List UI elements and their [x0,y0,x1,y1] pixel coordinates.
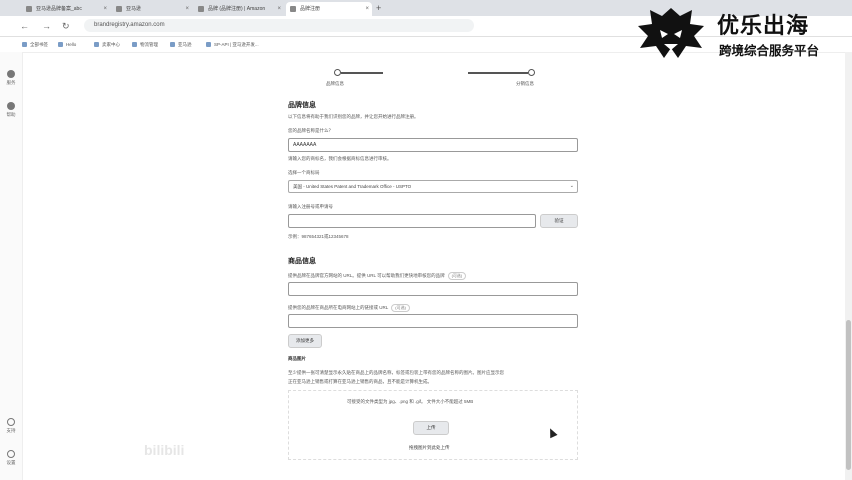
upload-hint: 可接受的文件类型为 jpg、.png 和 .gif。 文件大小不能超过 5MB [347,399,474,404]
website-url-label: 提供品牌在品牌官方网站的 URL。提供 URL 可以帮助我们更快地审核您的品牌(… [288,272,467,280]
tab-favicon-icon [116,6,122,12]
upload-drag-link[interactable]: 拖拽图片到此处上传 [409,445,450,451]
tab-label: 品牌注册 [300,6,321,12]
bookmark-icon [94,42,99,47]
browser-tab-active[interactable]: 品牌注册 × [286,2,372,16]
browser-tab[interactable]: 品牌 (品牌注册) | Amazon × [194,2,284,16]
trademark-office-select[interactable]: 美国 - United States Patent and Trademark … [288,180,578,193]
close-icon[interactable]: × [103,2,107,16]
marketplace-url-label-text: 提供您的品牌在商品所在电商网站上的链接或 URL [288,305,389,310]
browser-tab[interactable]: 亚马逊品牌备案_abc × [22,2,110,16]
tab-label: 亚马逊品牌备案_abc [36,6,82,12]
bookmark-label: SP-API | 亚马逊开发... [214,42,259,47]
rail-item-home[interactable]: 服务 [3,70,19,86]
product-images-desc-line1: 至少提供一张可清楚显示永久贴在商品上的品牌名称，标签或包装上带有您的品牌名称的图… [288,370,504,375]
chevron-down-icon: ⌄ [569,183,574,189]
registration-number-label: 请输入注册号或申请号 [288,204,333,209]
step-label-right: 分销信息 [516,81,534,86]
add-more-label: 添加更多 [296,338,314,343]
bookmark-item[interactable]: SP-API | 亚马逊开发... [206,40,259,49]
rail-item-support[interactable]: 支持 [3,418,19,434]
bookmark-icon [58,42,63,47]
step-label-left: 品牌信息 [326,81,344,86]
bookmark-icon [206,42,211,47]
home-icon [7,70,15,78]
new-tab-button[interactable]: + [376,2,381,14]
registration-example: 示例：987654321或12345678 [288,234,349,239]
browser-tab[interactable]: 亚马逊 × [112,2,192,16]
bookmark-label: Hello [66,42,77,47]
product-info-heading: 商品信息 [288,258,316,265]
compass-icon [7,102,15,110]
website-url-input[interactable] [288,282,578,296]
bookmark-item[interactable]: 全部书签 [22,40,48,49]
bookmark-item[interactable]: 亚马逊 [170,40,192,49]
step-dot [334,69,341,76]
forward-arrow-icon[interactable]: → [42,20,51,32]
brand-name-hint: 请输入您的商标名，我们会根据商标信息进行审核。 [288,156,392,161]
tab-favicon-icon [198,6,204,12]
bookmark-label: 物流管理 [140,42,158,47]
rail-label: 支持 [6,428,16,433]
rail-item-help[interactable]: 帮助 [3,102,19,118]
tab-favicon-icon [290,6,296,12]
rail-label: 帮助 [6,112,16,117]
brand-info-intro: 以下信息将有助于我们识别您的品牌，并让您开始进行品牌注册。 [288,114,419,119]
bookmark-label: 亚马逊 [178,42,192,47]
upload-button[interactable]: 上传 [413,421,449,435]
bookmark-icon [22,42,27,47]
lion-logo-icon [638,8,704,58]
tab-label: 亚马逊 [126,6,142,12]
brand-name-input[interactable]: AAAAAAA [288,138,578,152]
optional-badge: (可选) [391,304,410,312]
trademark-office-value: 美国 - United States Patent and Trademark … [293,184,412,189]
registration-number-input[interactable] [288,214,536,228]
step-line [341,72,383,74]
page-scrollbar[interactable] [845,52,852,480]
bookmark-label: 全部书签 [30,42,48,47]
verify-button-label: 验证 [554,218,564,223]
brand-name-value: AAAAAAA [293,142,317,148]
watermark-text: bilibili [144,442,185,458]
bookmark-item[interactable]: 卖家中心 [94,40,120,49]
back-arrow-icon[interactable]: ← [20,20,29,32]
product-images-desc-line2: 正在亚马逊上销售或打算在亚马逊上销售的商品，且不能是计算机生成。 [288,379,432,384]
bookmark-icon [132,42,137,47]
verify-button[interactable]: 验证 [540,214,578,228]
close-icon[interactable]: × [185,2,189,16]
reload-icon[interactable]: ↻ [62,20,70,32]
marketplace-url-label: 提供您的品牌在商品所在电商网站上的链接或 URL (可选) [288,304,410,312]
brand-info-heading: 品牌信息 [288,102,316,109]
bookmark-icon [170,42,175,47]
bookmark-label: 卖家中心 [102,42,120,47]
bookmark-item[interactable]: Hello [58,40,76,49]
help-icon [7,418,15,426]
step-line [468,72,528,74]
close-icon[interactable]: × [277,2,281,16]
left-rail: 服务 帮助 支持 设置 [0,52,23,480]
brand-logo: 优乐出海 跨境综合服务平台 [632,4,847,62]
optional-badge: (可选) [447,272,467,280]
image-upload-dropzone[interactable]: 可接受的文件类型为 jpg、.png 和 .gif。 文件大小不能超过 5MB … [288,390,578,460]
tab-label: 品牌 (品牌注册) | Amazon [208,6,266,12]
step-progress: 品牌信息 分销信息 [300,66,600,90]
logo-title: 优乐出海 [717,13,810,38]
scrollbar-thumb[interactable] [846,320,851,470]
bookmark-item[interactable]: 物流管理 [132,40,158,49]
tab-favicon-icon [26,6,32,12]
close-icon[interactable]: × [365,2,369,16]
marketplace-url-input[interactable] [288,314,578,328]
logo-subtitle: 跨境综合服务平台 [719,44,820,58]
address-bar[interactable]: brandregistry.amazon.com [84,19,474,32]
rail-label: 服务 [6,80,16,85]
step-dot [528,69,535,76]
product-images-heading: 商品图片 [288,356,306,361]
watermark: bilibili [4,436,214,466]
upload-button-label: 上传 [426,425,436,430]
add-more-button[interactable]: 添加更多 [288,334,322,348]
trademark-office-label: 选择一个商标局 [288,170,320,175]
brand-name-label: 您的品牌名称是什么？ [288,128,333,133]
url-text: brandregistry.amazon.com [94,22,165,28]
website-url-label-text: 提供品牌在品牌官方网站的 URL。提供 URL 可以帮助我们更快地审核您的品牌 [288,273,445,278]
